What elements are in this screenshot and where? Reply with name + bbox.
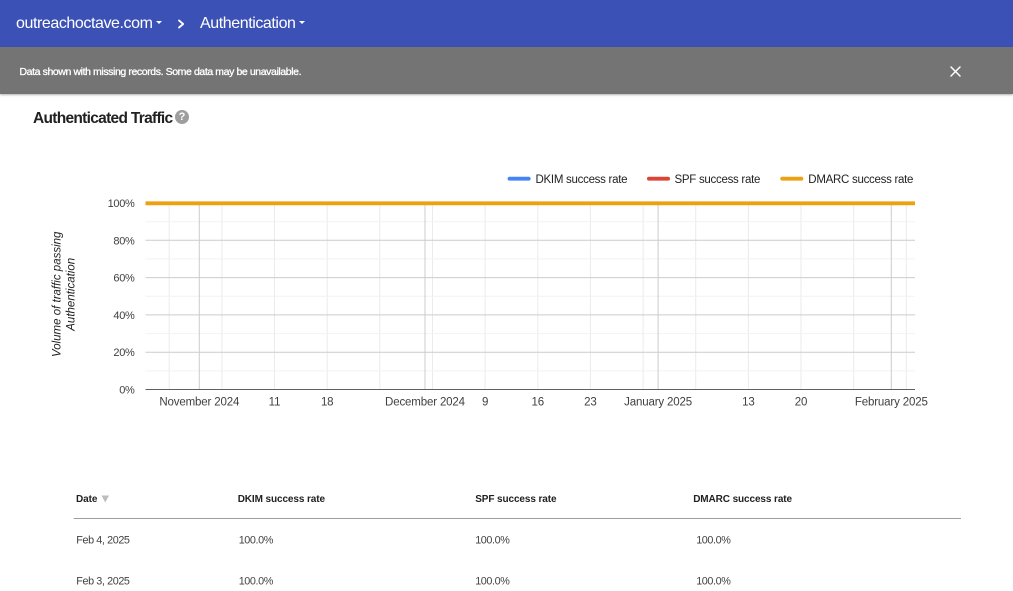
svg-text:100%: 100%	[108, 198, 135, 210]
svg-text:Volume of traffic passing: Volume of traffic passing	[52, 231, 64, 357]
svg-text:0%: 0%	[119, 385, 135, 397]
svg-text:9: 9	[482, 397, 488, 409]
svg-text:Feb 4, 2025: Feb 4, 2025	[76, 535, 130, 547]
svg-text:20%: 20%	[113, 347, 135, 359]
svg-text:100.0%: 100.0%	[475, 576, 510, 588]
svg-text:November 2024: November 2024	[159, 397, 240, 409]
svg-text:December 2024: December 2024	[385, 397, 466, 409]
svg-text:Authentication: Authentication	[65, 258, 77, 332]
svg-text:SPF success rate: SPF success rate	[675, 174, 761, 186]
svg-text:100.0%: 100.0%	[475, 535, 510, 547]
svg-text:16: 16	[532, 397, 545, 409]
svg-text:February 2025: February 2025	[855, 397, 928, 409]
svg-text:Feb 3, 2025: Feb 3, 2025	[76, 576, 130, 588]
svg-text:DKIM success rate: DKIM success rate	[238, 494, 326, 505]
svg-text:DKIM success rate: DKIM success rate	[536, 174, 628, 186]
svg-text:20: 20	[795, 397, 808, 409]
svg-text:100.0%: 100.0%	[696, 535, 731, 547]
svg-text:40%: 40%	[113, 310, 135, 322]
svg-text:DMARC success rate: DMARC success rate	[808, 174, 913, 186]
svg-text:18: 18	[321, 397, 334, 409]
svg-text:11: 11	[269, 397, 281, 409]
svg-text:100.0%: 100.0%	[239, 535, 274, 547]
svg-text:100.0%: 100.0%	[696, 576, 731, 588]
svg-text:23: 23	[584, 397, 597, 409]
svg-text:13: 13	[742, 397, 755, 409]
svg-text:DMARC success rate: DMARC success rate	[693, 494, 792, 505]
svg-text:60%: 60%	[113, 273, 135, 285]
svg-text:Date: Date	[76, 494, 98, 505]
svg-text:80%: 80%	[113, 235, 135, 247]
svg-text:January 2025: January 2025	[624, 397, 692, 409]
svg-text:SPF success rate: SPF success rate	[475, 494, 557, 505]
svg-text:100.0%: 100.0%	[239, 576, 274, 588]
